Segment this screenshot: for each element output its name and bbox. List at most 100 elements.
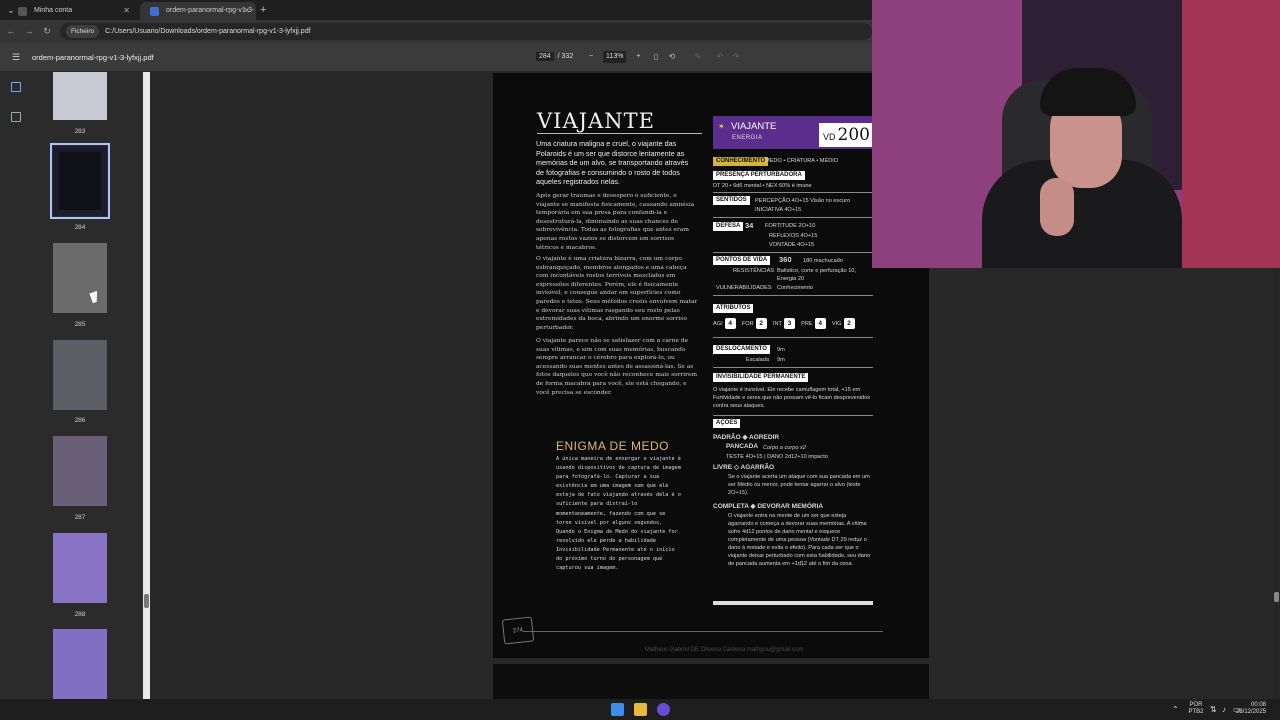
outline-icon[interactable]	[11, 112, 21, 122]
enigma-title: ENIGMA DE MEDO	[556, 439, 670, 453]
volume-icon[interactable]: ♪	[1222, 705, 1226, 714]
attr-name: VIG	[831, 320, 842, 327]
vd-value: 200	[837, 125, 870, 145]
thumbnail-label: 287	[74, 514, 86, 521]
divider	[713, 415, 873, 416]
attr-value: 4	[814, 318, 826, 329]
scrollbar-thumb[interactable]	[1274, 592, 1279, 602]
presenca-heading: PRESENÇA PERTURBADORA	[713, 171, 805, 180]
clock-date: 28/12/2025	[1236, 709, 1267, 715]
tab-minha-conta[interactable]: Minha conta ✕	[8, 2, 136, 20]
invisibilidade-heading: INVISIBILIDADE PERMANENTE	[713, 373, 809, 382]
network-icon[interactable]: ⇅	[1210, 705, 1217, 714]
defesa-heading: DEFESA	[713, 222, 744, 231]
tab-pdf[interactable]: ordem-paranormal-rpg-v1-3-ly ✕	[140, 2, 256, 32]
fit-page-icon[interactable]: ▯	[650, 51, 662, 63]
zoom-controls: − 113% +	[585, 51, 644, 63]
page-number-input[interactable]: 284	[536, 52, 554, 61]
thumbnail-label: 283	[74, 128, 86, 135]
clock[interactable]: 00:08 28/12/2025	[1236, 702, 1266, 716]
webcam-person-hand	[1040, 178, 1074, 236]
thumbnail-label: 285	[74, 321, 86, 328]
language-indicator[interactable]: POR PTB2	[1186, 702, 1206, 716]
clock-time: 00:08	[1250, 702, 1266, 708]
energy-icon: ✶	[718, 122, 725, 131]
pdf-page: VIAJANTE Uma criatura maligna e cruel, o…	[493, 73, 929, 658]
tab-title: Minha conta	[34, 7, 73, 14]
attributes-row: AGI 4 FOR 2 INT 3 PRE 4 VIG 2	[713, 318, 855, 329]
iniciativa-text: INICIATIVA 4O+15	[755, 207, 802, 213]
page-number: 274	[501, 616, 535, 645]
rotate-icon[interactable]: ⟲	[666, 51, 678, 63]
acao-livre: LIVRE ◇ AGARRÃO	[713, 464, 775, 471]
thumbnail-label: 284	[74, 224, 86, 231]
zoom-in-button[interactable]: +	[636, 51, 640, 63]
file-chip[interactable]: Ficheiro	[66, 25, 100, 38]
pancada-desc: Corpo a corpo x2	[763, 445, 806, 451]
menu-icon[interactable]: ☰	[12, 52, 22, 62]
favicon-icon	[150, 7, 159, 16]
acoes-heading: AÇÕES	[713, 419, 741, 428]
tray-chevron-icon[interactable]: ⌃	[1172, 705, 1179, 714]
defesa-value: 34	[745, 221, 754, 230]
file-explorer-icon[interactable]	[634, 703, 647, 716]
close-tab-icon[interactable]: ✕	[243, 2, 250, 20]
thumbnail-page-283[interactable]	[53, 72, 107, 120]
zoom-level-input[interactable]: 113%	[603, 51, 627, 63]
devorar-desc: O viajante entra na mente de um ser que …	[728, 513, 871, 567]
address-bar[interactable]: Ficheiro C:/Users/Usuario/Downloads/ordem…	[60, 23, 872, 40]
vd-badge: VD 200	[819, 123, 877, 147]
percepcao-text: PERCEPÇÃO 4O+15 Visão no escuro	[755, 198, 851, 204]
watermark: Matheus Gabriel DE Oliveira Caldeira mat…	[645, 647, 804, 653]
browser-icon[interactable]	[657, 703, 670, 716]
annotate-icon[interactable]: ✎	[692, 51, 704, 63]
viewer-scrollbar[interactable]	[1273, 268, 1280, 699]
url-text: C:/Users/Usuario/Downloads/ordem-paranor…	[105, 28, 311, 35]
thumbnail-page-287[interactable]	[53, 436, 107, 506]
back-icon[interactable]: ←	[4, 24, 18, 38]
body-paragraph: O viajante parece não se satisfazer com …	[536, 338, 698, 396]
resistencias-label: RESISTÊNCIAS	[733, 268, 775, 274]
acao-padrao: PADRÃO ◆ AGREDIR	[713, 434, 780, 441]
redo-icon[interactable]: ↷	[730, 51, 742, 63]
agarrao-desc: Se o viajante acerta um ataque com sua p…	[728, 474, 870, 496]
thumbnail-scrollbar[interactable]	[143, 72, 150, 699]
escalada-value: 9m	[777, 357, 785, 363]
invisibilidade-text: O viajante é invisível. Ele recebe camuf…	[713, 387, 871, 409]
resistencias-text: Balístico, corte e perfuração 10, Energi…	[777, 268, 856, 282]
windows-start-icon[interactable]	[611, 703, 624, 716]
conhecimento-tag: CONHECIMENTO	[713, 157, 769, 166]
thumbnail-page-288[interactable]	[53, 533, 107, 603]
attr-value: 2	[755, 318, 767, 329]
scrollbar-thumb[interactable]	[144, 594, 149, 608]
forward-icon[interactable]: →	[22, 24, 36, 38]
thumbnail-label: 288	[74, 611, 86, 618]
thumbnail-page-284[interactable]	[50, 143, 110, 219]
reload-icon[interactable]: ↻	[40, 24, 54, 38]
thumbnail-panel: 283 284 285 286 287 288	[32, 72, 150, 699]
escalada-label: Escalada	[746, 357, 770, 363]
presenca-text: DT 20 • 6d6 mental • NEX 60% é imune	[713, 183, 812, 189]
footer-rule	[523, 631, 883, 632]
statblock-name: VIAJANTE	[731, 121, 777, 132]
thumbnails-icon[interactable]	[11, 82, 21, 92]
language-line-1: POR	[1189, 702, 1203, 708]
attr-name: FOR	[741, 320, 754, 327]
statblock-end-rule	[713, 601, 873, 605]
new-tab-icon[interactable]: +	[260, 2, 266, 18]
enigma-text: A única maneira de enxergar o viajante é…	[556, 456, 681, 572]
attr-name: AGI	[713, 320, 723, 327]
thumbnail-page-285[interactable]	[53, 243, 107, 313]
close-tab-icon[interactable]: ✕	[123, 2, 130, 20]
divider	[713, 192, 873, 193]
zoom-out-button[interactable]: −	[589, 51, 593, 63]
thumbnail-page-286[interactable]	[53, 340, 107, 410]
deslocamento-value: 9m	[777, 347, 785, 353]
thumbnail-page-289[interactable]	[53, 629, 107, 699]
undo-icon[interactable]: ↶	[714, 51, 726, 63]
acao-completa: COMPLETA ◆ DEVORAR MEMÓRIA	[713, 503, 824, 510]
thumbnail-label: 286	[74, 417, 86, 424]
body-paragraph: Após gerar traumas e desespero o suficie…	[536, 193, 695, 251]
deslocamento-heading: DESLOCAMENTO	[713, 345, 770, 354]
sidebar-rail	[0, 72, 32, 699]
